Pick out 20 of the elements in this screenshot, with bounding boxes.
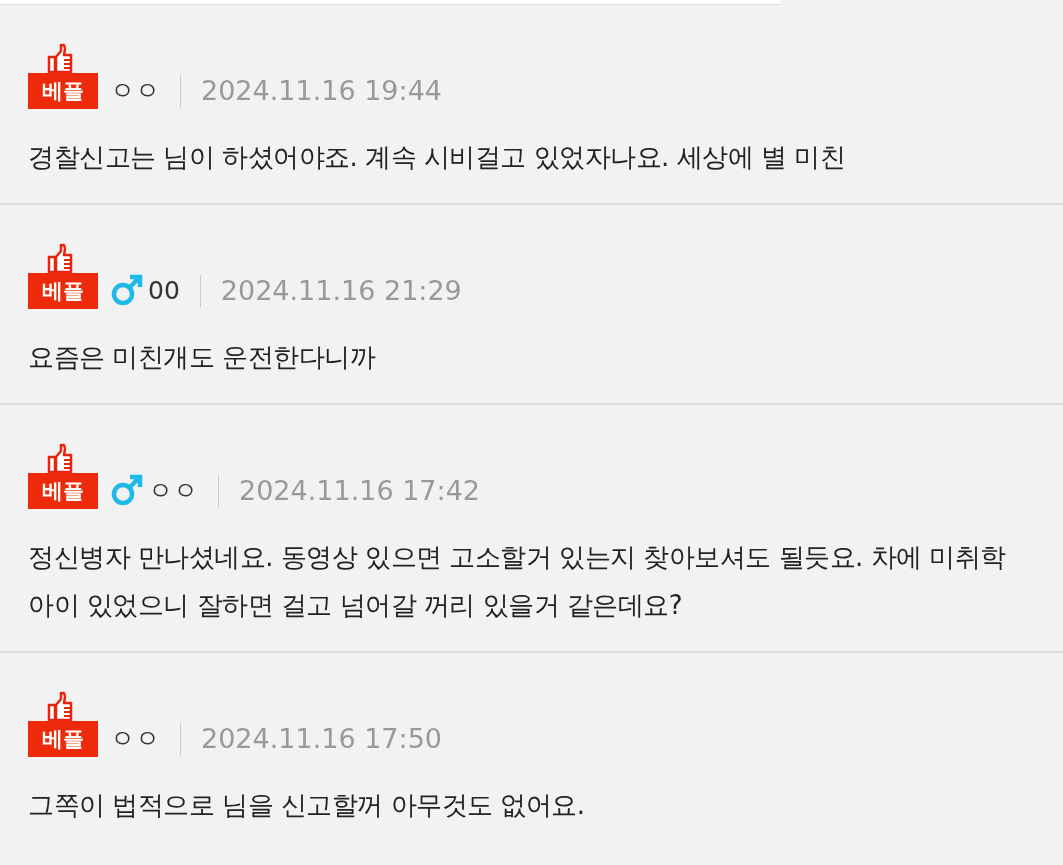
author-name: ㅇㅇ bbox=[110, 723, 160, 755]
best-badge: 베플 bbox=[28, 273, 98, 309]
comment-time: 2024.11.16 17:42 bbox=[239, 474, 480, 508]
best-badge: 베플 bbox=[28, 73, 98, 109]
thumbs-up-icon bbox=[47, 691, 73, 721]
comment-time: 2024.11.16 21:29 bbox=[220, 274, 462, 308]
author-name: 00 bbox=[148, 275, 180, 307]
comment-text: 요즘은 미친개도 운전한다니까 bbox=[28, 341, 377, 374]
comment-text: 그쪽이 법적으로 님을 신고할꺼 아무것도 없어요. bbox=[28, 789, 586, 822]
best-badge: 베플 bbox=[28, 473, 98, 509]
comment-time: 2024.11.16 17:50 bbox=[201, 722, 442, 756]
best-badge: 베플 bbox=[28, 721, 98, 757]
thumbs-up-icon bbox=[47, 43, 73, 73]
thumbs-up-icon bbox=[47, 443, 73, 473]
thumbs-up-icon bbox=[47, 243, 73, 273]
author-name: ㅇㅇ bbox=[148, 475, 198, 507]
author-name: ㅇㅇ bbox=[110, 75, 160, 107]
comment-time: 2024.11.16 19:44 bbox=[201, 74, 442, 108]
comment-text: 경찰신고는 님이 하셨어야죠. 계속 시비걸고 있었자나요. 세상에 별 미친 bbox=[28, 141, 847, 174]
comment-text: 정신병자 만나셨네요. 동영상 있으면 고소할거 있는지 찾아보셔도 될듯요. 차에 미취학 아이 있었으니 잘하면 걸고 넘어갈 꺼리 있을거 같은데요? bbox=[28, 541, 1007, 622]
